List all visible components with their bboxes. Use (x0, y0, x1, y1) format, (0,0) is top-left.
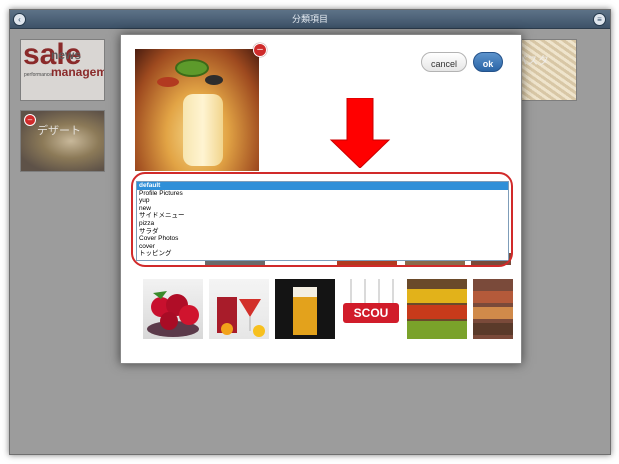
thumbnail-discount-tags[interactable]: SCOU (341, 279, 401, 339)
cocktail-image (217, 297, 265, 337)
minus-icon[interactable]: – (253, 43, 267, 57)
thumbnail-fruit-market[interactable] (407, 279, 467, 339)
selected-image-preview (135, 49, 259, 171)
news-category-tile[interactable]: sale news manageme performance (20, 39, 105, 101)
tile-word: manageme (51, 65, 104, 79)
thumbnail-beer[interactable] (275, 279, 335, 339)
discount-sign-text: SCOU (353, 306, 389, 320)
thumbnail-cocktail[interactable] (209, 279, 269, 339)
annotation-highlight-outline (131, 172, 513, 267)
image-picker-dialog: – cancel ok SCOU default Profile Picture… (120, 34, 522, 364)
app-screen: ‹ 分類項目 ≡ sale news manageme performance … (9, 9, 611, 455)
tile-label: デザート (37, 125, 81, 137)
spice-market-image (473, 291, 513, 335)
thumbnail-spice-market[interactable] (473, 279, 513, 339)
fruit-market-image (407, 289, 467, 339)
pizza-cheese (183, 94, 223, 166)
top-bar: ‹ 分類項目 ≡ (10, 10, 610, 29)
thumbnail-strawberries[interactable] (143, 279, 203, 339)
strawberries-image (147, 291, 199, 337)
page-title: 分類項目 (291, 14, 328, 24)
ok-button[interactable]: ok (473, 52, 503, 72)
tile-word: news (51, 48, 82, 62)
menu-icon[interactable]: ≡ (593, 13, 606, 26)
cancel-button[interactable]: cancel (421, 52, 467, 72)
pizza-topping (175, 59, 209, 77)
dessert-category-tile[interactable]: – デザート (20, 110, 105, 172)
pizza-topping (157, 77, 179, 87)
down-arrow-icon (329, 98, 391, 168)
pizza-topping (205, 75, 223, 85)
minus-icon[interactable]: – (24, 114, 36, 126)
beer-image (293, 287, 317, 335)
tile-word: performance (24, 72, 53, 78)
